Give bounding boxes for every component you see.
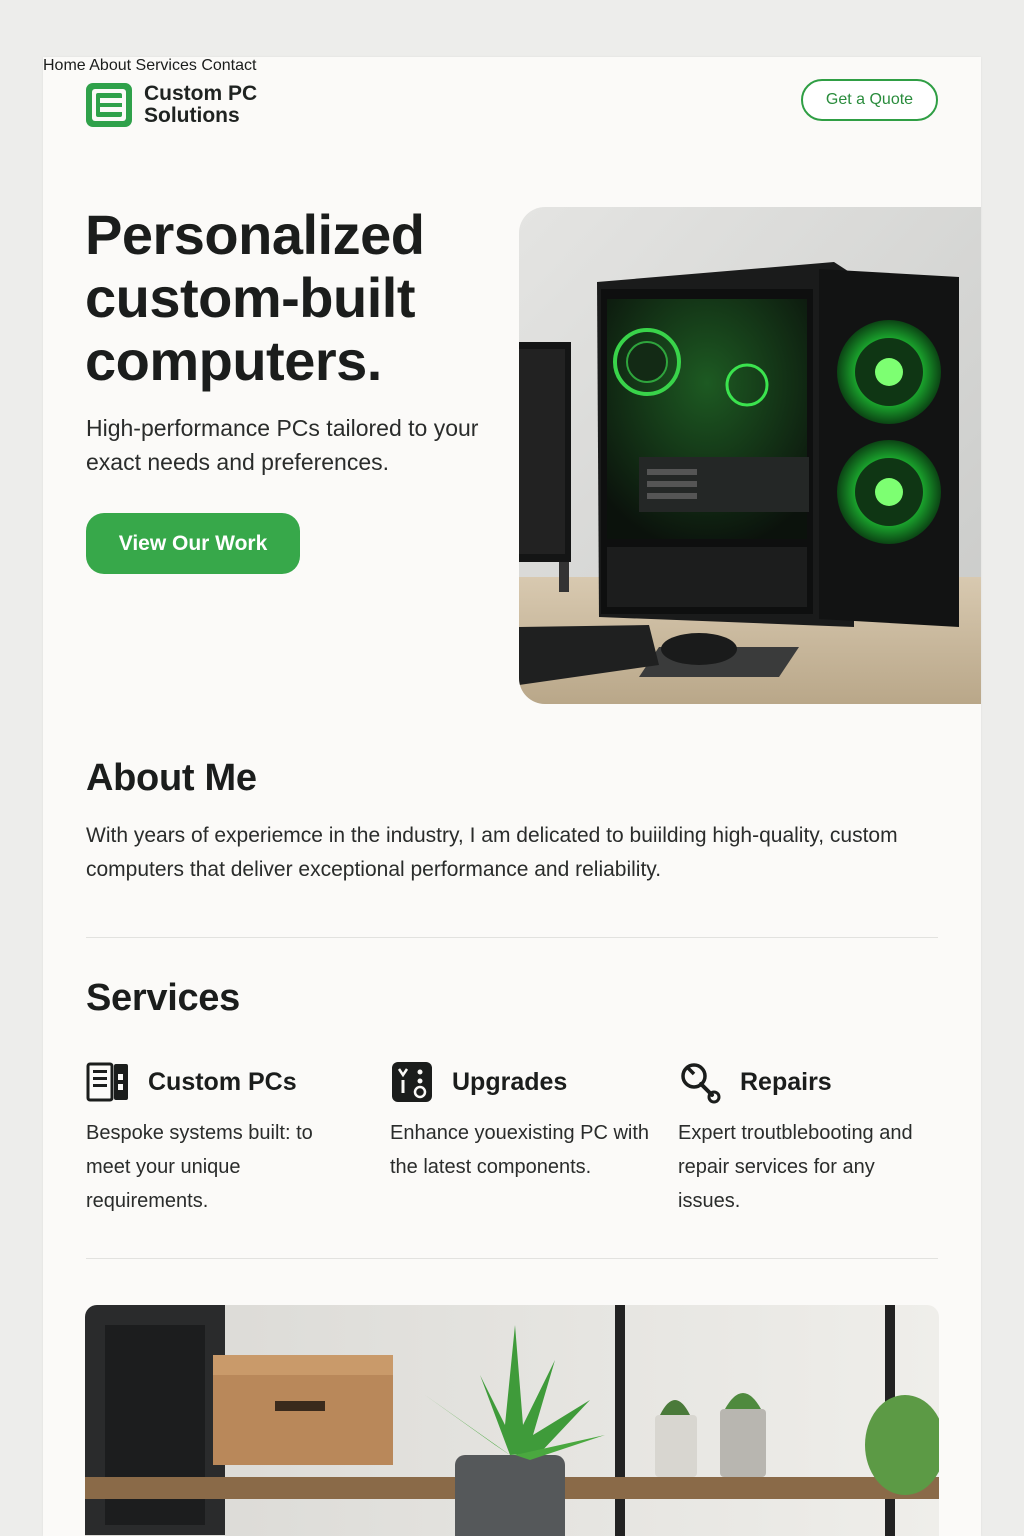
brand-name-line2: Solutions (144, 104, 240, 127)
hero-subtitle: High-performance PCs tailored to your ex… (86, 415, 479, 475)
service-custom-pcs[interactable]: Custom PCs Bespoke systems built: to mee… (86, 1060, 346, 1218)
service-description: Bespoke systems built: to meet your uniq… (86, 1122, 313, 1212)
page: Custom PC Solutions Home About Services … (43, 57, 981, 1536)
service-repairs[interactable]: Repairs Expert troutblebooting and repai… (678, 1060, 938, 1218)
workspace-image (85, 1305, 939, 1536)
hero-pc-image (519, 207, 981, 704)
brand-logo[interactable]: Custom PC Solutions (86, 83, 257, 127)
nav-contact[interactable]: Contact (201, 57, 256, 74)
pc-tower-icon (86, 1062, 128, 1102)
service-title: Custom PCs (148, 1067, 297, 1096)
nav-about[interactable]: About (89, 57, 131, 74)
gaming-pc-photo (519, 207, 981, 704)
service-description: Expert troutblebooting and repair servic… (678, 1122, 913, 1212)
service-upgrades[interactable]: Upgrades Enhance youexisting PC with the… (390, 1060, 650, 1184)
hero-title: Personalized custom-built computers. (85, 203, 425, 392)
get-a-quote-button[interactable]: Get a Quote (801, 79, 938, 121)
main-nav: Home About Services Contact (43, 57, 256, 75)
section-divider (86, 1258, 938, 1259)
repair-wrench-icon (681, 1063, 721, 1104)
brand-name: Custom PC Solutions (144, 83, 257, 127)
service-description: Enhance youexisting PC with the latest c… (390, 1122, 650, 1178)
nav-home[interactable]: Home (43, 57, 86, 74)
components-icon (392, 1062, 432, 1102)
nav-services[interactable]: Services (136, 57, 197, 74)
service-title: Repairs (740, 1067, 832, 1096)
logo-mark-icon (86, 83, 132, 127)
view-our-work-button[interactable]: View Our Work (86, 513, 300, 574)
section-divider (86, 937, 938, 938)
service-title: Upgrades (452, 1067, 568, 1096)
about-text: With years of experiemce in the industry… (86, 824, 898, 881)
brand-name-line1: Custom PC (144, 82, 258, 105)
about-heading: About Me (86, 757, 257, 799)
services-heading: Services (86, 977, 240, 1019)
plant-shelf-photo (85, 1305, 939, 1536)
